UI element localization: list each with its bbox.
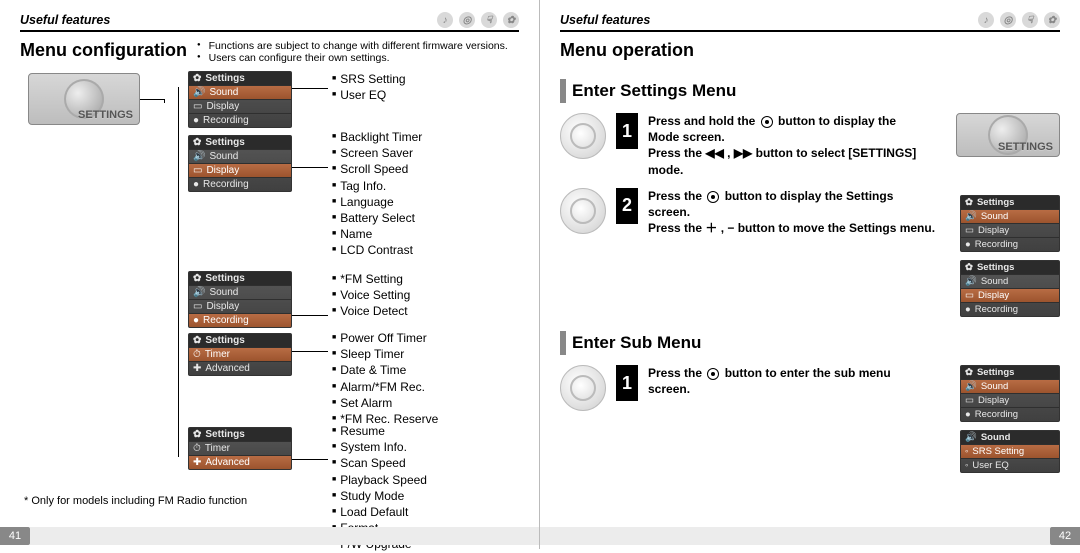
step-text: Press and hold the button to display the… bbox=[648, 113, 936, 178]
menu-card-sub-a: ✿Settings 🔊Sound ▭Display ●Recording bbox=[960, 365, 1060, 422]
center-button-icon bbox=[707, 368, 719, 380]
menu-card-advanced: ✿Settings ⏱Timer ✚Advanced bbox=[188, 427, 292, 470]
page-number: 42 bbox=[1050, 527, 1080, 545]
subheading-submenu: Enter Sub Menu bbox=[560, 331, 1060, 355]
hand-icon: ☟ bbox=[1022, 12, 1038, 28]
page-right: Useful features ♪ ◎ ☟ ✿ Menu operation E… bbox=[540, 0, 1080, 549]
page-title: Menu operation bbox=[560, 40, 694, 61]
list-display: Backlight Timer Screen Saver Scroll Spee… bbox=[332, 129, 422, 259]
step-text: Press the button to display the Settings… bbox=[648, 188, 935, 237]
header-icons: ♪ ◎ ☟ ✿ bbox=[978, 12, 1060, 28]
page-title: Menu configuration bbox=[20, 40, 187, 61]
page-number: 41 bbox=[0, 527, 30, 545]
page-left: Useful features ♪ ◎ ☟ ✿ Menu configurati… bbox=[0, 0, 540, 549]
step-number: 1 bbox=[616, 113, 638, 149]
gear-icon: ✿ bbox=[1044, 12, 1060, 28]
gear-icon: ✿ bbox=[503, 12, 519, 28]
list-recording: *FM Setting Voice Setting Voice Detect bbox=[332, 271, 410, 320]
subheading-settings: Enter Settings Menu bbox=[560, 79, 1060, 103]
center-button-icon bbox=[761, 116, 773, 128]
settings-badge: SETTINGS bbox=[956, 113, 1060, 157]
section-label: Useful features bbox=[560, 13, 650, 27]
menu-card-step2b: ✿Settings 🔊Sound ▭Display ●Recording bbox=[960, 260, 1060, 317]
section-label: Useful features bbox=[20, 13, 110, 27]
dial-icon bbox=[560, 188, 606, 234]
settings-badge-label: SETTINGS bbox=[78, 109, 133, 121]
swirl-icon: ◎ bbox=[1000, 12, 1016, 28]
music-icon: ♪ bbox=[978, 12, 994, 28]
settings-badge-label: SETTINGS bbox=[998, 141, 1053, 153]
hand-icon: ☟ bbox=[481, 12, 497, 28]
menu-card-sub-b: 🔊Sound ◦SRS Setting ◦User EQ bbox=[960, 430, 1060, 473]
list-timer: Power Off Timer Sleep Timer Date & Time … bbox=[332, 330, 438, 427]
title-notes: Functions are subject to change with dif… bbox=[193, 40, 508, 64]
step-number: 1 bbox=[616, 365, 638, 401]
header-icons: ♪ ◎ ☟ ✿ bbox=[437, 12, 519, 28]
menu-card-recording: ✿Settings 🔊Sound ▭Display ●Recording bbox=[188, 271, 292, 328]
dial-icon bbox=[560, 365, 606, 411]
center-button-icon bbox=[707, 191, 719, 203]
music-icon: ♪ bbox=[437, 12, 453, 28]
menu-card-sound: ✿Settings 🔊Sound ▭Display ●Recording bbox=[188, 71, 292, 128]
menu-card-timer: ✿Settings ⏱Timer ✚Advanced bbox=[188, 333, 292, 376]
step-number: 2 bbox=[616, 188, 638, 224]
menu-card-step2a: ✿Settings 🔊Sound ▭Display ●Recording bbox=[960, 195, 1060, 252]
footnote: * Only for models including FM Radio fun… bbox=[24, 495, 247, 507]
dial-icon bbox=[560, 113, 606, 159]
swirl-icon: ◎ bbox=[459, 12, 475, 28]
list-sound: SRS Setting User EQ bbox=[332, 71, 406, 103]
step-text: Press the button to enter the sub menu s… bbox=[648, 365, 891, 397]
menu-card-display: ✿Settings 🔊Sound ▭Display ●Recording bbox=[188, 135, 292, 192]
settings-badge: SETTINGS bbox=[28, 73, 140, 125]
